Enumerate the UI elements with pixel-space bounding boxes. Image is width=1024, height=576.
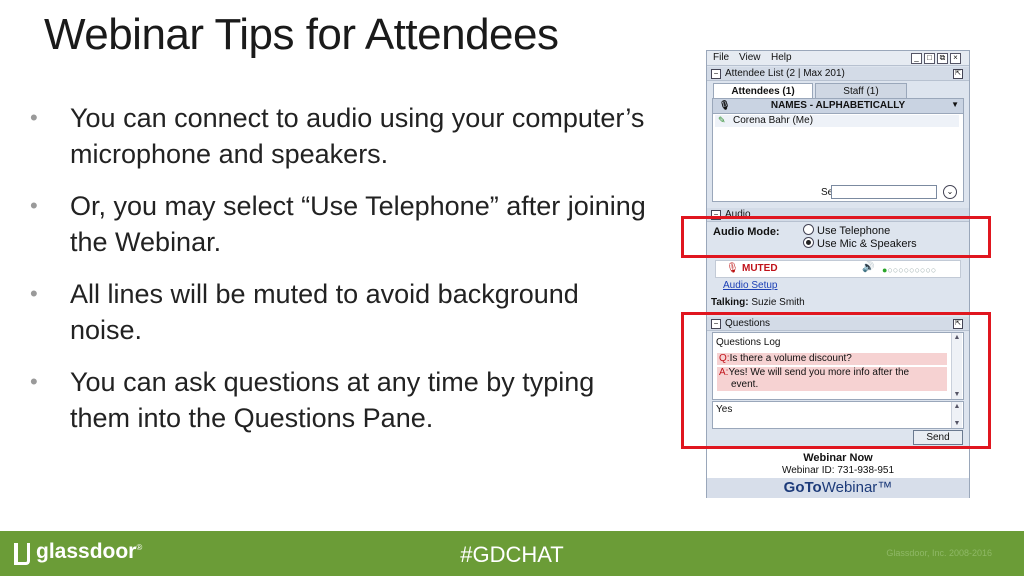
- webinar-id: Webinar ID: 731-938-951: [781, 465, 895, 476]
- mic-muted-icon[interactable]: 🎙: [726, 263, 739, 274]
- speaker-icon: 🔊: [862, 262, 875, 273]
- tip-text: Or, you may select “Use Telephone” after…: [70, 191, 646, 257]
- attendee-list-label: Attendee List: [725, 68, 784, 79]
- tab-staff[interactable]: Staff (1): [815, 83, 907, 99]
- hashtag: #GDCHAT: [460, 542, 564, 567]
- menu-help[interactable]: Help: [771, 52, 792, 63]
- talking-indicator: Talking: Suzie Smith: [711, 297, 805, 308]
- chevron-down-icon[interactable]: ▼: [951, 100, 959, 109]
- tip-text: All lines will be muted to avoid backgro…: [70, 279, 579, 345]
- list-sort-header[interactable]: 🎙 NAMES - ALPHABETICALLY ▼: [713, 99, 963, 114]
- mic-status: MUTED: [742, 263, 778, 274]
- menu-file[interactable]: File: [713, 52, 729, 63]
- webinar-title: Webinar Now: [803, 452, 873, 464]
- talking-name: Suzie Smith: [751, 297, 805, 308]
- search-input[interactable]: [831, 185, 937, 199]
- tip-item: • You can ask questions at any time by ty…: [28, 364, 648, 436]
- section-title: Attendee List (2 | Max 201): [725, 68, 845, 79]
- bullet-icon: •: [30, 369, 38, 394]
- audio-highlight-box: [681, 216, 991, 258]
- collapse-icon[interactable]: −: [711, 69, 721, 79]
- webinar-info: Webinar Now Webinar ID: 731-938-951 GoTo…: [707, 447, 969, 498]
- tip-text: You can ask questions at any time by typ…: [70, 367, 595, 433]
- page-title: Webinar Tips for Attendees: [44, 10, 559, 59]
- questions-highlight-box: [681, 312, 991, 449]
- tip-text: You can connect to audio using your comp…: [70, 103, 645, 169]
- tips-list: • You can connect to audio using your com…: [28, 100, 648, 452]
- pencil-icon: ✎: [718, 115, 726, 125]
- audio-level-meter: ●○○○○○○○○○: [882, 265, 937, 275]
- sort-label: NAMES - ALPHABETICALLY: [770, 100, 906, 111]
- tip-item: • All lines will be muted to avoid backgr…: [28, 276, 648, 348]
- menu-view[interactable]: View: [739, 52, 761, 63]
- minimize-icon[interactable]: _: [911, 53, 922, 64]
- menu-bar: File View Help _ □ ⧉ ×: [707, 51, 969, 66]
- bullet-icon: •: [30, 105, 38, 130]
- copyright: Glassdoor, Inc. 2008-2016: [886, 548, 992, 558]
- restore-icon[interactable]: ⧉: [937, 53, 948, 64]
- popout-icon[interactable]: ⇱: [953, 69, 963, 79]
- audio-setup-link[interactable]: Audio Setup: [723, 280, 778, 291]
- search-arrow-icon[interactable]: ⌄: [943, 185, 957, 199]
- logo-light: Webinar™: [821, 479, 893, 496]
- attendee-list-header: − Attendee List (2 | Max 201) ⇱: [707, 67, 969, 81]
- list-item[interactable]: ✎ Corena Bahr (Me): [715, 115, 959, 127]
- close-icon[interactable]: ×: [950, 53, 961, 64]
- maximize-icon[interactable]: □: [924, 53, 935, 64]
- bullet-icon: •: [30, 193, 38, 218]
- mic-status-bar: 🎙 MUTED 🔊 ●○○○○○○○○○: [715, 260, 961, 278]
- gotowebinar-logo: GoToWebinar™: [707, 478, 969, 498]
- tip-item: • Or, you may select “Use Telephone” afte…: [28, 188, 648, 260]
- attendee-count: (2 | Max 201): [786, 68, 845, 79]
- logo-bold: GoTo: [783, 479, 822, 496]
- tip-item: • You can connect to audio using your com…: [28, 100, 648, 172]
- talking-label: Talking:: [711, 297, 749, 308]
- tab-attendees[interactable]: Attendees (1): [713, 83, 813, 99]
- attendee-name: Corena Bahr (Me): [733, 115, 814, 126]
- footer-bar: glassdoor® #GDCHAT Glassdoor, Inc. 2008-…: [0, 531, 1024, 576]
- bullet-icon: •: [30, 281, 38, 306]
